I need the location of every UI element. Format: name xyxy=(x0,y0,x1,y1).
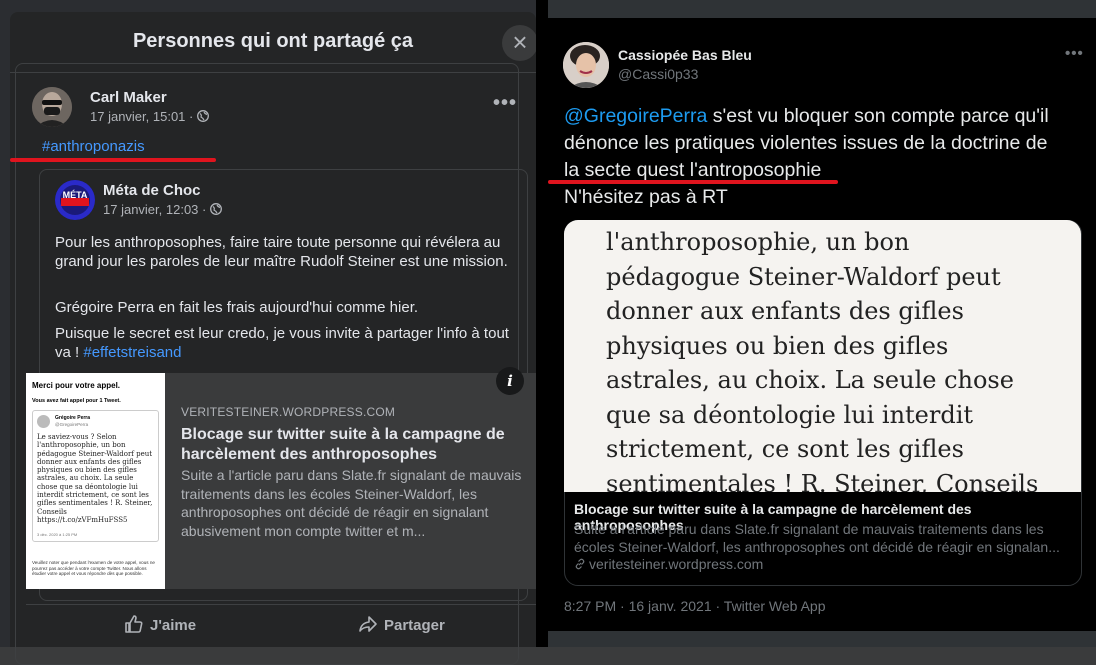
like-button[interactable]: J'aime xyxy=(124,614,196,634)
image-text-line: astrales, au choix. La seule chose xyxy=(606,366,1014,394)
share-label[interactable]: Partager xyxy=(384,617,445,634)
globe-icon xyxy=(210,203,222,215)
image-text-line: pédagogue Steiner-Waldorf peut xyxy=(606,262,1001,291)
quoted-handle: @GregoirePerra xyxy=(55,422,89,427)
info-icon[interactable]: i xyxy=(496,367,524,395)
thumbnail-subheading: Vous avez fait appel pour 1 Tweet. xyxy=(32,398,121,404)
globe-icon xyxy=(197,110,209,122)
quoted-text: Le saviez-vous ? Selon l'anthroposophie,… xyxy=(37,433,153,524)
red-highlight-underline xyxy=(10,158,216,162)
image-text-line: que sa déontologie lui interdit xyxy=(606,400,974,429)
image-text-line: strictement, ce sont les gifles xyxy=(606,435,964,463)
link-icon xyxy=(575,558,585,570)
thumbnail-heading: Merci pour votre appel. xyxy=(32,381,121,390)
shared-timestamp[interactable]: 17 janvier, 12:03 · xyxy=(103,202,222,217)
like-label[interactable]: J'aime xyxy=(150,617,196,634)
post-paragraph: Pour les anthroposophes, faire taire tou… xyxy=(55,234,508,270)
shared-date[interactable]: 17 janvier, 12:03 · xyxy=(103,202,210,217)
more-options-icon[interactable]: ••• xyxy=(1065,45,1084,62)
link-thumbnail[interactable]: Merci pour votre appel. Vous avez fait a… xyxy=(26,373,165,589)
link-card-image[interactable]: l'anthroposophie, un bon pédagogue Stein… xyxy=(564,220,1081,492)
post-date[interactable]: 17 janvier, 15:01 · xyxy=(90,109,197,124)
mention-link[interactable]: @GregoirePerra xyxy=(564,105,707,127)
post-timestamp[interactable]: 17 janvier, 15:01 · xyxy=(90,109,209,124)
avatar[interactable] xyxy=(32,87,72,127)
avatar[interactable]: MÉTA xyxy=(55,180,95,220)
thumbs-up-icon xyxy=(125,615,143,633)
red-highlight-underline xyxy=(548,180,838,184)
post-author-name[interactable]: Carl Maker xyxy=(90,89,167,106)
thumbnail-quoted-tweet: Grégoire Perra @GregoirePerra Le saviez-… xyxy=(32,410,159,542)
tweet-author-name[interactable]: Cassiopée Bas Bleu xyxy=(618,47,752,63)
modal-title: Personnes qui ont partagé ça xyxy=(132,30,414,52)
image-text-line: physiques ou bien des gifles xyxy=(606,331,949,360)
more-options-icon[interactable]: ••• xyxy=(493,92,517,115)
bottom-bar xyxy=(548,631,1096,647)
avatar-label: MÉTA xyxy=(62,190,88,200)
avatar[interactable] xyxy=(563,42,609,88)
tweet-line: dénonce les pratiques violentes issues d… xyxy=(564,132,1048,154)
shared-author-name[interactable]: Méta de Choc xyxy=(103,182,201,199)
link-card-description: Suite a l'article paru dans Slate.fr sig… xyxy=(574,521,1060,555)
quoted-date: 3 déc. 2020 à 1:25 PM xyxy=(37,532,78,537)
image-text-line: donner aux enfants des gifles xyxy=(606,297,964,325)
post-paragraph: Grégoire Perra en fait les frais aujourd… xyxy=(55,299,419,316)
share-arrow-icon xyxy=(359,616,377,632)
hashtag-link[interactable]: #effetstreisand xyxy=(83,344,181,361)
post-paragraph: Puisque le secret est leur credo, je vou… xyxy=(55,324,515,362)
tweet-timestamp[interactable]: 8:27 PM · 16 janv. 2021 · Twitter Web Ap… xyxy=(564,598,825,614)
image-text-line: l'anthroposophie, un bon xyxy=(606,228,910,256)
link-card-domain: veritesteiner.wordpress.com xyxy=(574,556,763,572)
link-domain: VERITESTEINER.WORDPRESS.COM xyxy=(181,405,396,419)
image-text-line: sentimentales ! R. Steiner, Conseils xyxy=(606,469,1039,493)
tweet-line: N'hésitez pas à RT xyxy=(564,186,728,208)
tweet-line: @GregoirePerra s'est vu bloquer son comp… xyxy=(564,103,1084,130)
avatar xyxy=(37,415,50,428)
share-button[interactable]: Partager xyxy=(358,614,445,634)
top-bar xyxy=(548,0,1096,18)
link-title[interactable]: Blocage sur twitter suite à la campagne … xyxy=(181,425,526,465)
hashtag-link[interactable]: #anthroponazis xyxy=(42,138,145,155)
tweet-line-rest: s'est vu bloquer son compte parce qu'il xyxy=(707,105,1049,127)
link-domain-text: veritesteiner.wordpress.com xyxy=(589,556,764,572)
close-icon[interactable]: × xyxy=(502,25,536,61)
quoted-name: Grégoire Perra xyxy=(55,415,91,421)
divider xyxy=(26,604,536,605)
link-description: Suite a l'article paru dans Slate.fr sig… xyxy=(181,467,522,539)
tweet-author-handle[interactable]: @Cassi0p33 xyxy=(618,66,698,82)
tweet-text: @GregoirePerra s'est vu bloquer son comp… xyxy=(564,103,1084,211)
thumbnail-footer: Veuillez noter que pendant l'examen de v… xyxy=(32,560,155,577)
